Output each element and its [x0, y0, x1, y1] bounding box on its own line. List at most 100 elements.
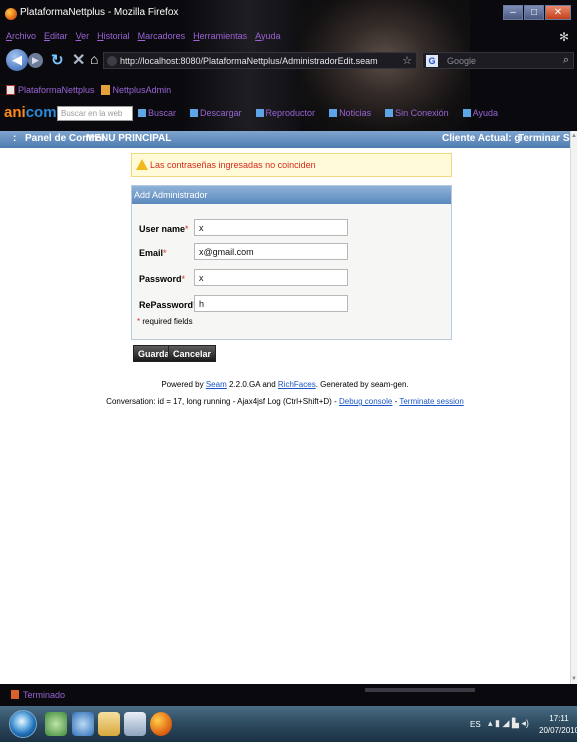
repassword-row: RePassword* — [139, 295, 439, 313]
clock[interactable]: 17:11 20/07/2010 — [539, 713, 577, 737]
device-icon[interactable]: ▮ — [495, 718, 500, 728]
title-bar: PlataformaNettplus - Mozilla Firefox – □… — [0, 5, 577, 23]
page-header: : Panel de Control MENU PRINCIPAL Client… — [0, 131, 577, 148]
repassword-input[interactable] — [194, 295, 348, 312]
toolbar-buscar[interactable]: Buscar — [138, 108, 183, 118]
clock-time: 17:11 — [549, 714, 569, 723]
document-icon[interactable] — [124, 712, 146, 736]
error-message-box: Las contraseñas ingresadas no coinciden — [131, 153, 452, 177]
bookmark-plataformanettplus[interactable]: PlataformaNettplus — [6, 83, 95, 97]
toolbar-search-input[interactable]: Buscar en la web — [57, 106, 133, 121]
player-icon — [255, 109, 264, 117]
menu-archivo[interactable]: Archivo — [6, 31, 36, 43]
reload-icon[interactable]: ↻ — [51, 51, 64, 69]
nav-menu-principal[interactable]: MENU PRINCIPAL — [86, 133, 171, 144]
username-label: User name* — [139, 224, 189, 234]
folder-icon[interactable] — [98, 712, 120, 736]
header-bullet: : — [13, 133, 17, 144]
toolbar-descargar[interactable]: Descargar — [190, 108, 249, 118]
email-input[interactable] — [194, 243, 348, 260]
horizontal-scrollbar[interactable] — [365, 688, 475, 692]
toolbar-items: Buscar Descargar Reproductor Noticias Si… — [138, 108, 512, 118]
toolbar-noticias[interactable]: Noticias — [329, 108, 378, 118]
scroll-down-icon[interactable]: ▼ — [571, 676, 577, 682]
clock-date: 20/07/2010 — [539, 726, 577, 735]
download-icon — [190, 109, 199, 117]
stop-icon[interactable]: ✕ — [72, 50, 85, 70]
status-bar: Terminado — [0, 684, 577, 706]
conversation-info: Conversation: id = 17, long running - Aj… — [106, 397, 464, 406]
system-tray: ▴ ▮ ◢ ▙ ◂) — [488, 718, 538, 730]
internet-explorer-icon[interactable] — [72, 712, 94, 736]
search-placeholder: Google — [447, 56, 477, 66]
menu-herramientas[interactable]: Herramientas — [193, 31, 247, 43]
taskbar: ES ▴ ▮ ◢ ▙ ◂) 17:11 20/07/2010 — [0, 706, 577, 742]
close-button[interactable]: ✕ — [545, 5, 571, 20]
toolbar-reproductor[interactable]: Reproductor — [255, 108, 323, 118]
password-input[interactable] — [194, 269, 348, 286]
terminate-session-link[interactable]: Terminate session — [399, 397, 463, 406]
maximize-button[interactable]: □ — [524, 5, 544, 20]
forward-button[interactable]: ▶ — [28, 53, 43, 68]
url-text: http://localhost:8080/PlataformaNettplus… — [120, 56, 378, 66]
start-button[interactable] — [9, 710, 37, 738]
search-bar[interactable]: G Google ⌕ — [422, 52, 574, 69]
browser-chrome: PlataformaNettplus - Mozilla Firefox – □… — [0, 0, 577, 131]
site-identity-icon[interactable] — [107, 56, 117, 66]
search-icon[interactable]: ⌕ — [563, 54, 569, 67]
gear-icon[interactable]: ✻ — [559, 30, 569, 44]
seam-link[interactable]: Seam — [206, 380, 227, 389]
password-row: Password* — [139, 269, 439, 287]
home-icon[interactable]: ⌂ — [90, 51, 98, 67]
logout-link[interactable]: Terminar Sesion — [518, 133, 577, 144]
repassword-label: RePassword* — [139, 300, 197, 310]
panel-title: Add Administrador — [132, 186, 451, 204]
powered-by-text: Powered by Seam 2.2.0.GA and RichFaces. … — [161, 380, 409, 389]
email-label: Email* — [139, 248, 167, 258]
error-message-text: Las contraseñas ingresadas no coinciden — [150, 160, 316, 170]
window-controls: – □ ✕ — [502, 5, 571, 21]
folder-icon — [100, 85, 110, 95]
bookmarks-bar: PlataformaNettplus NettplusAdmin — [6, 83, 177, 97]
toolbar-ayuda[interactable]: Ayuda — [462, 108, 505, 118]
richfaces-link[interactable]: RichFaces — [278, 380, 316, 389]
menu-historial[interactable]: Historial — [97, 31, 130, 43]
menu-editar[interactable]: Editar — [44, 31, 68, 43]
offline-icon — [385, 109, 394, 117]
required-fields-note: * required fields — [137, 317, 193, 326]
expand-tray-icon[interactable]: ▴ — [488, 718, 493, 728]
menu-bar: Archivo Editar Ver Historial Marcadores … — [6, 31, 289, 43]
navigation-bar: ◀ ▶ ↻ ✕ ⌂ http://localhost:8080/Platafor… — [6, 48, 574, 74]
url-bar[interactable]: http://localhost:8080/PlataformaNettplus… — [103, 52, 417, 69]
window-title: PlataformaNettplus - Mozilla Firefox — [20, 7, 179, 18]
add-administrator-panel: Add Administrador User name* Email* Pass… — [131, 185, 452, 340]
email-row: Email* — [139, 243, 439, 261]
bookmark-star-icon[interactable]: ☆ — [402, 54, 412, 67]
language-indicator[interactable]: ES — [470, 720, 481, 729]
network-icon[interactable]: ◢ — [503, 718, 510, 728]
volume-icon[interactable]: ◂) — [521, 718, 529, 728]
minimize-button[interactable]: – — [503, 5, 523, 20]
page-icon — [6, 85, 15, 95]
current-client: Cliente Actual: g — [442, 133, 521, 144]
menu-marcadores[interactable]: Marcadores — [138, 31, 186, 43]
menu-ver[interactable]: Ver — [76, 31, 90, 43]
back-button[interactable]: ◀ — [6, 49, 28, 71]
toolbar-logo[interactable]: anicom — [4, 104, 57, 121]
toolbar-sin-conexion[interactable]: Sin Conexión — [385, 108, 456, 118]
firefox-taskbar-icon[interactable] — [150, 712, 172, 736]
news-icon — [329, 109, 338, 117]
scroll-up-icon[interactable]: ▲ — [571, 133, 577, 139]
username-input[interactable] — [194, 219, 348, 236]
addon-toolbar: anicom Buscar en la web Buscar Descargar… — [4, 104, 574, 122]
google-icon[interactable]: G — [426, 55, 438, 67]
bookmark-nettplusadmin[interactable]: NettplusAdmin — [100, 83, 171, 97]
password-label: Password* — [139, 274, 186, 284]
cancel-button[interactable]: Cancelar — [168, 345, 217, 362]
search-icon — [138, 109, 146, 117]
power-icon[interactable]: ▙ — [512, 718, 519, 728]
menu-ayuda[interactable]: Ayuda — [255, 31, 280, 43]
debug-console-link[interactable]: Debug console — [339, 397, 392, 406]
vertical-scrollbar[interactable]: ▲ ▼ — [570, 131, 577, 684]
media-player-icon[interactable] — [45, 712, 67, 736]
